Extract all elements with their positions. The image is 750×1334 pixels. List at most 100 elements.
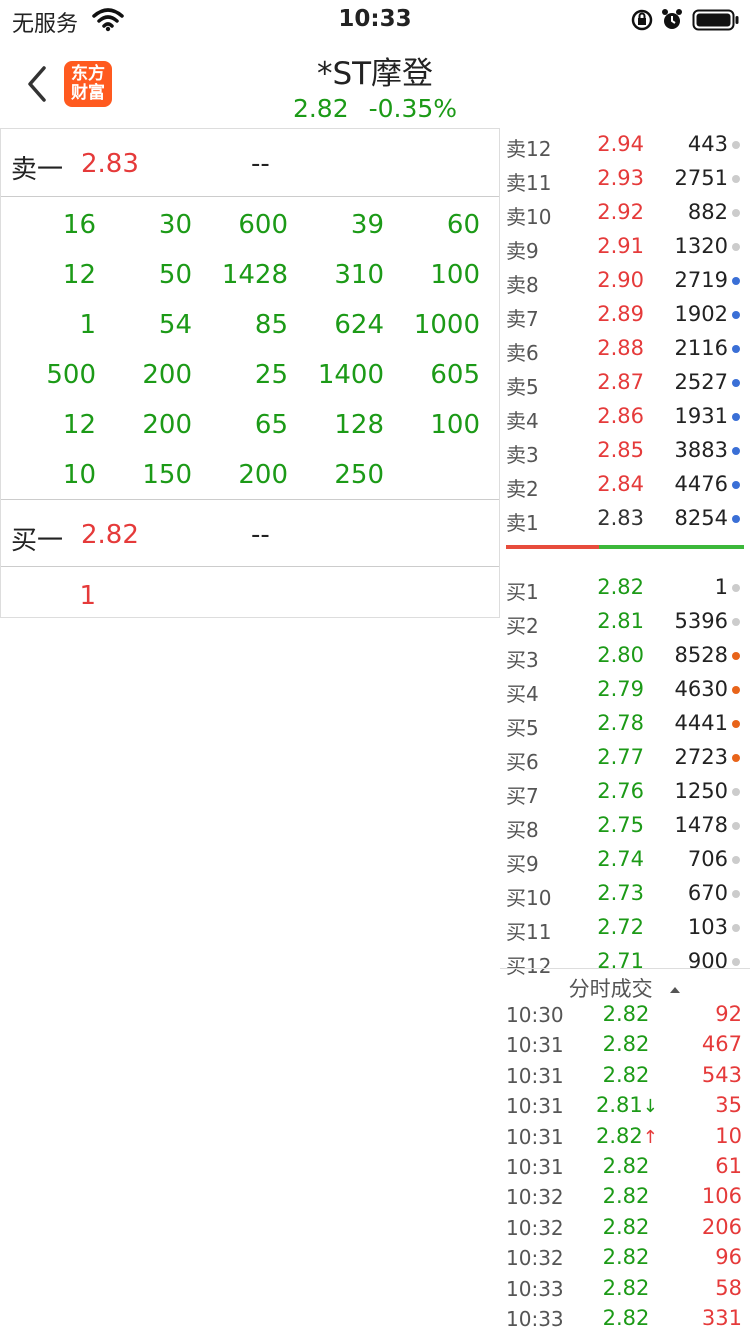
bid-price: 2.79 [597, 677, 644, 701]
tick-list: 10:30 2.82 92 10:31 2.82 467 10:31 2.82 543 10:31… [500, 1000, 750, 1334]
bid-volume: 8528 [674, 643, 728, 667]
sell1-row[interactable]: 卖一 2.83 -- [1, 129, 499, 197]
ask-volume: 1902 [674, 302, 728, 326]
ask-row[interactable]: 卖7 2.89 1902 [500, 298, 750, 332]
order-dot-icon [732, 277, 740, 285]
queue-cell: 65 [254, 410, 288, 440]
ask-row[interactable]: 卖6 2.88 2116 [500, 332, 750, 366]
ask-row[interactable]: 卖8 2.90 2719 [500, 264, 750, 298]
bid-volume: 5396 [674, 609, 728, 633]
tick-time: 10:31 [506, 1063, 564, 1088]
tick-volume: 96 [715, 1245, 742, 1270]
order-dot-icon [732, 890, 740, 898]
buy-sell-ratio-bar [506, 545, 744, 549]
queue-cell: 1428 [221, 260, 288, 290]
ask-volume: 2527 [674, 370, 728, 394]
bid-row[interactable]: 买11 2.72 103 [500, 911, 750, 945]
order-dot-icon [732, 856, 740, 864]
ask-price: 2.93 [597, 166, 644, 190]
bid-level-label: 买2 [506, 614, 539, 638]
order-dot-icon [732, 686, 740, 694]
bid-price: 2.74 [597, 847, 644, 871]
bid-price: 2.80 [597, 643, 644, 667]
queue-cell: 85 [254, 310, 288, 340]
queue-row: 12 50 1428 310 100 [1, 250, 499, 300]
ask-row[interactable]: 卖9 2.91 1320 [500, 230, 750, 264]
ask-volume: 1931 [674, 404, 728, 428]
tick-time: 10:31 [506, 1124, 564, 1149]
ask-price: 2.89 [597, 302, 644, 326]
queue-cell: 128 [334, 410, 384, 440]
ask-row[interactable]: 卖4 2.86 1931 [500, 400, 750, 434]
queue-row: 16 30 600 39 60 [1, 200, 499, 250]
ask-row[interactable]: 卖2 2.84 4476 [500, 468, 750, 502]
bid-row[interactable]: 买8 2.75 1478 [500, 809, 750, 843]
tick-price: 2.82 [602, 1032, 650, 1057]
bid-level-label: 买9 [506, 852, 539, 876]
ask-price: 2.90 [597, 268, 644, 292]
bid-row[interactable]: 买2 2.81 5396 [500, 605, 750, 639]
bid-row[interactable]: 买10 2.73 670 [500, 877, 750, 911]
ask-row[interactable]: 卖12 2.94 443 [500, 128, 750, 162]
ask-volume: 4476 [674, 472, 728, 496]
buy-ratio-segment [599, 545, 744, 549]
ask-row[interactable]: 卖11 2.93 2751 [500, 162, 750, 196]
queue-cell: 200 [142, 360, 192, 390]
tick-volume: 331 [701, 1305, 742, 1330]
tick-time: 10:31 [506, 1094, 564, 1119]
order-dot-icon [732, 447, 740, 455]
bid-price: 2.76 [597, 779, 644, 803]
bid-row[interactable]: 买7 2.76 1250 [500, 775, 750, 809]
tick-volume: 106 [701, 1184, 742, 1209]
bid-row[interactable]: 买6 2.77 2723 [500, 741, 750, 775]
tick-time: 10:32 [506, 1246, 564, 1271]
ask-level-label: 卖9 [506, 239, 539, 263]
bid-row[interactable]: 买9 2.74 706 [500, 843, 750, 877]
tick-volume: 58 [715, 1275, 742, 1300]
queue-cell: 310 [334, 260, 384, 290]
bid-price: 2.78 [597, 711, 644, 735]
ask-level-label: 卖11 [506, 171, 552, 195]
order-dot-icon [732, 141, 740, 149]
bid-volume: 1 [714, 575, 728, 599]
tick-price: 2.82 [602, 1245, 650, 1270]
bid-level-label: 买3 [506, 648, 539, 672]
ask-volume: 3883 [674, 438, 728, 462]
bid-row[interactable]: 买4 2.79 4630 [500, 673, 750, 707]
tick-row: 10:31 2.82 61 [500, 1152, 750, 1182]
buy1-row[interactable]: 买一 2.82 -- [1, 499, 499, 567]
tick-volume: 35 [715, 1093, 742, 1118]
bid-volume: 1250 [674, 779, 728, 803]
ask-volume: 882 [687, 200, 728, 224]
tick-time: 10:30 [506, 1003, 564, 1027]
bid-row[interactable]: 买5 2.78 4441 [500, 707, 750, 741]
ask-row[interactable]: 卖3 2.85 3883 [500, 434, 750, 468]
bid-row[interactable]: 买1 2.82 1 [500, 571, 750, 605]
queue-cell: 16 [62, 210, 96, 240]
order-dot-icon [732, 481, 740, 489]
order-dot-icon [732, 754, 740, 762]
tick-price: 2.82 [602, 1214, 650, 1239]
ask-row[interactable]: 卖10 2.92 882 [500, 196, 750, 230]
ask-level-label: 卖10 [506, 205, 552, 229]
ticks-header[interactable]: 分时成交 [500, 968, 750, 1002]
status-bar: 无服务 10:33 [0, 0, 750, 40]
ask-price: 2.83 [597, 506, 644, 530]
ask-row[interactable]: 卖5 2.87 2527 [500, 366, 750, 400]
bid-price: 2.75 [597, 813, 644, 837]
tick-price: 2.82 [602, 1002, 650, 1026]
ask-price: 2.84 [597, 472, 644, 496]
ask-level-label: 卖7 [506, 307, 539, 331]
queue-cell: 100 [430, 410, 480, 440]
bid-price: 2.77 [597, 745, 644, 769]
ask-level-label: 卖8 [506, 273, 539, 297]
ask-volume: 2719 [674, 268, 728, 292]
ask-row[interactable]: 卖1 2.83 8254 [500, 502, 750, 536]
bid-price: 2.82 [597, 575, 644, 599]
ask-volume: 443 [687, 132, 728, 156]
bid-row[interactable]: 买3 2.80 8528 [500, 639, 750, 673]
queue-cell: 500 [46, 360, 96, 390]
ask-volume: 8254 [674, 506, 728, 530]
tick-row: 10:32 2.82 106 [500, 1182, 750, 1212]
queue-cell: 54 [158, 310, 192, 340]
